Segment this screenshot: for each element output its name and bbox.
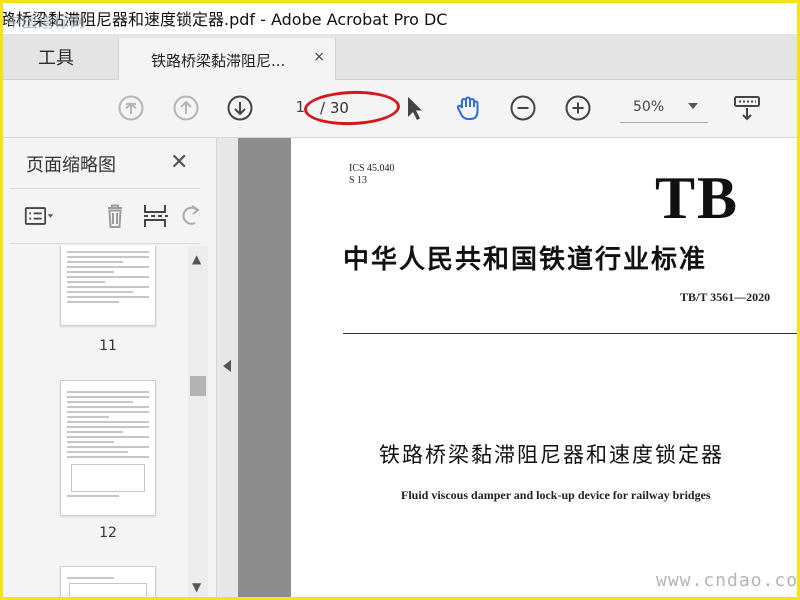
- close-icon[interactable]: ✕: [170, 150, 188, 175]
- thumbnail-scrollbar[interactable]: ▲ ▼: [188, 246, 208, 600]
- next-page-icon[interactable]: [225, 93, 255, 123]
- panel-divider[interactable]: [216, 138, 238, 600]
- document-title-cn: 铁路桥梁黏滞阻尼器和速度锁定器: [379, 443, 724, 467]
- page-thumbnail-12[interactable]: [60, 380, 156, 516]
- hand-tool-icon[interactable]: [453, 93, 483, 123]
- select-cursor-icon[interactable]: [399, 93, 429, 123]
- previous-page-icon[interactable]: [171, 93, 201, 123]
- delete-page-icon[interactable]: [100, 203, 130, 229]
- scrollbar-thumb[interactable]: [190, 376, 206, 396]
- page-thumbnails-panel: 页面缩略图 ✕ 11 12 ▲ ▼: [0, 138, 216, 600]
- tab-bar: 工具 铁路桥梁黏滞阻尼... ×: [0, 34, 800, 81]
- page-thumbnail-13[interactable]: [60, 566, 156, 600]
- divider-rule: [343, 333, 800, 334]
- scroll-up-icon[interactable]: ▲: [192, 252, 201, 266]
- panel-title: 页面缩略图: [26, 155, 116, 176]
- first-page-icon[interactable]: [116, 93, 146, 123]
- page-thumbnail-11[interactable]: [60, 246, 156, 326]
- standard-title: 中华人民共和国铁道行业标准: [343, 245, 708, 275]
- zoom-in-icon[interactable]: [563, 93, 593, 123]
- ics-number: ICS 45.040: [349, 163, 395, 174]
- close-tab-icon[interactable]: ×: [313, 49, 325, 65]
- document-canvas: ICS 45.040 S 13 TB 中华人民共和国铁道行业标准 TB/T 35…: [238, 138, 800, 600]
- thumbnail-options-icon[interactable]: [24, 203, 58, 229]
- zoom-select[interactable]: 50%: [620, 93, 708, 123]
- tb-logo: TB: [655, 165, 740, 231]
- tab-tools[interactable]: 工具: [38, 44, 74, 70]
- thumbnail-label: 11: [99, 338, 117, 354]
- document-page: ICS 45.040 S 13 TB 中华人民共和国铁道行业标准 TB/T 35…: [291, 138, 800, 600]
- watermark-top: 中国道标网: [6, 13, 87, 31]
- watermark-bottom: www.cndao.com: [656, 570, 800, 591]
- ics-code: ICS 45.040 S 13: [349, 163, 395, 187]
- window-title-bar: 路桥梁黏滞阻尼器和速度锁定器.pdf - Adobe Acrobat Pro D…: [0, 0, 800, 34]
- tab-document-label: 铁路桥梁黏滞阻尼...: [151, 52, 286, 70]
- standard-code: TB/T 3561—2020: [680, 290, 771, 304]
- keyboard-scroll-icon[interactable]: [732, 93, 762, 123]
- document-title-en: Fluid viscous damper and lock-up device …: [401, 488, 711, 502]
- zoom-out-icon[interactable]: [508, 93, 538, 123]
- panel-toolbar: [10, 188, 200, 244]
- page-toolbar: 1 / 30 50%: [0, 80, 800, 138]
- zoom-value: 50%: [633, 99, 665, 115]
- thumbnail-label: 12: [99, 525, 117, 541]
- red-annotation-ellipse: [303, 89, 401, 127]
- chevron-down-icon: [688, 103, 698, 109]
- scroll-down-icon[interactable]: ▼: [192, 580, 201, 594]
- collapse-panel-icon[interactable]: [223, 360, 231, 372]
- thumbnail-list: 11 12: [48, 246, 178, 600]
- extract-page-icon[interactable]: [141, 203, 171, 229]
- classification-code: S 13: [349, 175, 368, 186]
- tab-document[interactable]: 铁路桥梁黏滞阻尼... ×: [118, 38, 336, 81]
- rotate-page-icon[interactable]: [175, 203, 201, 229]
